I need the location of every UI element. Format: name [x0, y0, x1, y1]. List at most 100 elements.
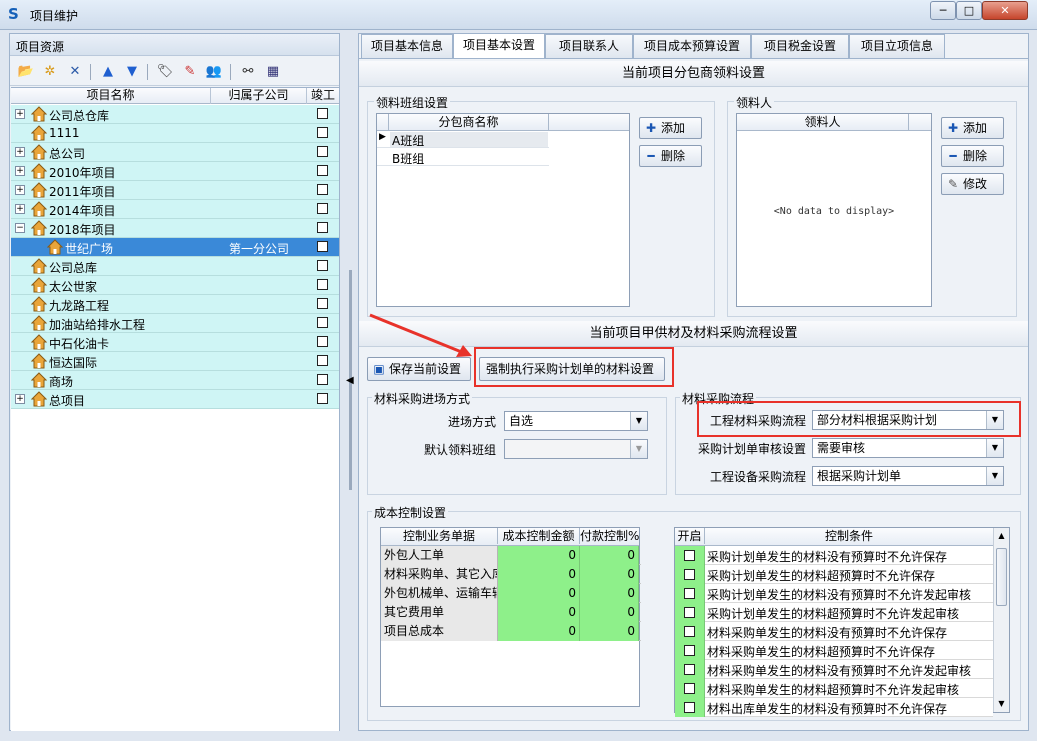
expand-icon[interactable]: +: [15, 204, 25, 214]
pay-percent-cell[interactable]: 0: [580, 584, 639, 603]
tab-basic-settings[interactable]: 项目基本设置: [453, 33, 545, 59]
condition-row[interactable]: 采购计划单发生的材料没有预算时不允许发起审核: [675, 584, 993, 603]
tree-row[interactable]: +2011年项目: [11, 181, 339, 200]
delete-team-button[interactable]: ━ 删除: [639, 145, 702, 167]
add-team-button[interactable]: ✚ 添加: [639, 117, 702, 139]
grid-icon[interactable]: ▦: [263, 62, 283, 82]
completed-checkbox[interactable]: [317, 298, 328, 309]
completed-checkbox[interactable]: [317, 127, 328, 138]
enable-checkbox[interactable]: [684, 588, 695, 599]
users-icon[interactable]: 👥: [204, 62, 224, 82]
col-subsidiary[interactable]: 归属子公司: [211, 88, 307, 104]
chevron-down-icon[interactable]: ▼: [986, 467, 1003, 485]
enable-checkbox[interactable]: [684, 626, 695, 637]
tree-row[interactable]: 中石化油卡: [11, 333, 339, 352]
tree-row[interactable]: 太公世家: [11, 276, 339, 295]
condition-row[interactable]: 采购计划单发生的材料没有预算时不允许保存: [675, 546, 993, 565]
tree-row[interactable]: 公司总库: [11, 257, 339, 276]
edit-picker-button[interactable]: ✎ 修改: [941, 173, 1004, 195]
enable-checkbox[interactable]: [684, 645, 695, 656]
cost-amount-cell[interactable]: 0: [498, 565, 580, 584]
col-subcontractor-name[interactable]: 分包商名称: [389, 114, 549, 130]
col-cost-amount[interactable]: 成本控制金额: [498, 528, 580, 544]
pay-percent-cell[interactable]: 0: [580, 546, 639, 565]
expand-icon[interactable]: +: [15, 394, 25, 404]
table-row[interactable]: 其它费用单 0 0: [381, 603, 641, 622]
table-row[interactable]: 项目总成本 0 0: [381, 622, 641, 641]
condition-row[interactable]: 材料采购单发生的材料没有预算时不允许发起审核: [675, 660, 993, 679]
table-row[interactable]: 外包机械单、运输车辆 0 0: [381, 584, 641, 603]
pencil-icon[interactable]: ✎: [180, 62, 200, 82]
enable-checkbox[interactable]: [684, 702, 695, 713]
col-pay-percent[interactable]: 付款控制%: [580, 528, 639, 544]
col-picker[interactable]: 领料人: [737, 114, 909, 130]
tab-cost-budget[interactable]: 项目成本预算设置: [633, 34, 751, 58]
open-multi-icon[interactable]: ✲: [40, 62, 60, 82]
enable-checkbox[interactable]: [684, 664, 695, 675]
close-button[interactable]: ✕: [982, 1, 1028, 20]
tree-row[interactable]: + 总项目: [11, 390, 339, 409]
tree-row[interactable]: + 总公司: [11, 143, 339, 162]
tree-row[interactable]: − 2018年项目: [11, 219, 339, 238]
add-picker-button[interactable]: ✚ 添加: [941, 117, 1004, 139]
enable-checkbox[interactable]: [684, 550, 695, 561]
cost-amount-cell[interactable]: 0: [498, 584, 580, 603]
condition-row[interactable]: 采购计划单发生的材料超预算时不允许保存: [675, 565, 993, 584]
condition-row[interactable]: 采购计划单发生的材料超预算时不允许发起审核: [675, 603, 993, 622]
completed-checkbox[interactable]: [317, 317, 328, 328]
col-project-name[interactable]: 项目名称: [11, 88, 211, 104]
completed-checkbox[interactable]: [317, 393, 328, 404]
table-row[interactable]: B班组: [377, 149, 549, 166]
delete-picker-button[interactable]: ━ 删除: [941, 145, 1004, 167]
default-team-select[interactable]: ▼: [504, 439, 648, 459]
chevron-down-icon[interactable]: ▼: [986, 439, 1003, 457]
enable-checkbox[interactable]: [684, 607, 695, 618]
pay-percent-cell[interactable]: 0: [580, 603, 639, 622]
open-folder-icon[interactable]: 📂: [16, 62, 36, 82]
completed-checkbox[interactable]: [317, 241, 328, 252]
completed-checkbox[interactable]: [317, 374, 328, 385]
condition-row[interactable]: 材料出库单发生的材料没有预算时不允许保存: [675, 698, 993, 717]
entry-mode-select[interactable]: 自选 ▼: [504, 411, 648, 431]
completed-checkbox[interactable]: [317, 279, 328, 290]
condition-row[interactable]: 材料采购单发生的材料超预算时不允许保存: [675, 641, 993, 660]
col-completed[interactable]: 竣工: [307, 88, 339, 104]
enable-checkbox[interactable]: [684, 569, 695, 580]
collapse-left-icon[interactable]: ◀: [346, 375, 354, 386]
completed-checkbox[interactable]: [317, 203, 328, 214]
tree-row[interactable]: 商场: [11, 371, 339, 390]
table-row[interactable]: ▶ A班组: [377, 131, 549, 148]
completed-checkbox[interactable]: [317, 165, 328, 176]
chevron-down-icon[interactable]: ▼: [630, 440, 647, 458]
tag-icon[interactable]: 🏷: [155, 62, 175, 82]
pay-percent-cell[interactable]: 0: [580, 622, 639, 641]
cost-amount-cell[interactable]: 0: [498, 546, 580, 565]
condition-row[interactable]: 材料采购单发生的材料没有预算时不允许保存: [675, 622, 993, 641]
expand-icon[interactable]: +: [15, 166, 25, 176]
arrow-up-icon[interactable]: ▲: [98, 62, 118, 82]
expand-icon[interactable]: +: [15, 109, 25, 119]
completed-checkbox[interactable]: [317, 108, 328, 119]
enable-checkbox[interactable]: [684, 683, 695, 694]
completed-checkbox[interactable]: [317, 146, 328, 157]
vertical-scrollbar[interactable]: ▲ ▼: [993, 528, 1009, 712]
cost-amount-cell[interactable]: 0: [498, 622, 580, 641]
minimize-button[interactable]: ─: [930, 1, 956, 20]
arrow-down-icon[interactable]: ▼: [122, 62, 142, 82]
tab-contacts[interactable]: 项目联系人: [545, 34, 633, 58]
tab-basic-info[interactable]: 项目基本信息: [361, 34, 453, 58]
audit-select[interactable]: 需要审核 ▼: [812, 438, 1004, 458]
completed-checkbox[interactable]: [317, 260, 328, 271]
pay-percent-cell[interactable]: 0: [580, 565, 639, 584]
tab-approval-info[interactable]: 项目立项信息: [849, 34, 945, 58]
expand-icon[interactable]: +: [15, 185, 25, 195]
chevron-down-icon[interactable]: ▼: [630, 412, 647, 430]
tree-row[interactable]: 1111: [11, 124, 339, 143]
cost-amount-cell[interactable]: 0: [498, 603, 580, 622]
condition-row[interactable]: 材料采购单发生的材料超预算时不允许发起审核: [675, 679, 993, 698]
col-enabled[interactable]: 开启: [675, 528, 705, 544]
col-business-doc[interactable]: 控制业务单据: [381, 528, 498, 544]
expand-icon[interactable]: +: [15, 147, 25, 157]
completed-checkbox[interactable]: [317, 355, 328, 366]
scroll-up-icon[interactable]: ▲: [994, 528, 1009, 544]
